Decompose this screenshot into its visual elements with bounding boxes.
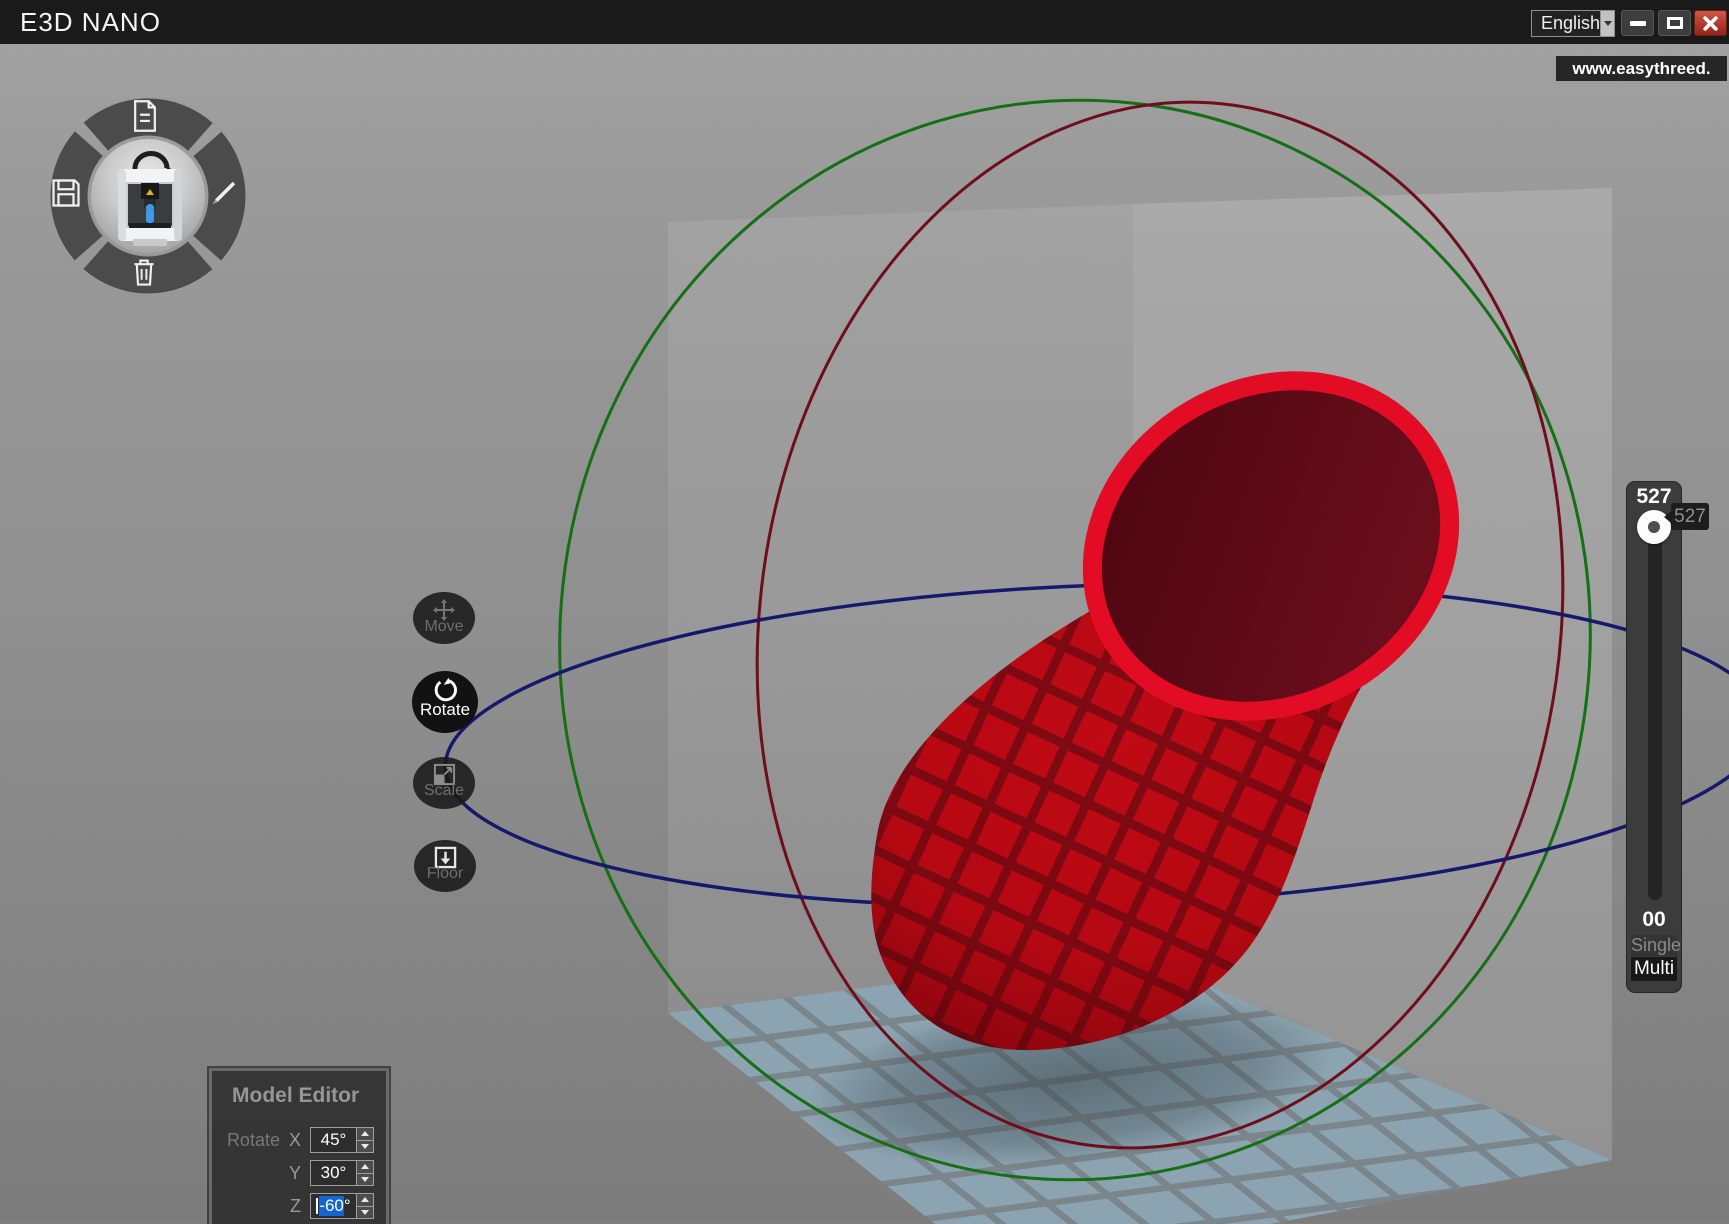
printer-photo[interactable]	[89, 137, 207, 255]
rotate-group-label: Rotate	[227, 1130, 280, 1151]
e3d-nano-app: { "titlebar": { "app_title": "E3D NANO",…	[0, 0, 1729, 1224]
text-caret	[316, 1198, 318, 1214]
mode-multi-button[interactable]: Multi	[1631, 957, 1677, 981]
axis-z-label: Z	[290, 1196, 301, 1217]
layer-slider-track[interactable]	[1648, 512, 1662, 900]
scale-tool-button[interactable]: Scale	[413, 757, 475, 809]
maximize-button[interactable]	[1658, 10, 1691, 36]
floor-tool-button[interactable]: Floor	[414, 840, 476, 892]
rotate-tool-label: Rotate	[420, 700, 470, 720]
rotate-z-stepper	[356, 1194, 373, 1218]
layer-value-tooltip: 527	[1671, 503, 1709, 530]
rotate-x-input[interactable]: 45°	[310, 1127, 374, 1153]
rotate-y-stepper	[356, 1161, 373, 1185]
language-value: English	[1532, 13, 1600, 34]
rotate-y-row: Y 30°	[212, 1160, 386, 1186]
app-title: E3D NANO	[20, 0, 161, 44]
model-editor-panel: Model Editor Rotate X 45° Y 30° Z -60°	[209, 1068, 389, 1224]
trash-icon	[130, 257, 158, 287]
titlebar: E3D NANO English	[0, 0, 1729, 44]
chevron-down-icon[interactable]	[1600, 11, 1614, 36]
viewport-3d[interactable]	[0, 0, 1729, 1224]
close-icon	[1703, 16, 1718, 31]
floor-tool-label: Floor	[427, 865, 463, 883]
save-button[interactable]	[51, 178, 87, 214]
open-file-button[interactable]	[130, 100, 166, 136]
selected-text: -60	[319, 1196, 344, 1216]
rotate-y-input[interactable]: 30°	[310, 1160, 374, 1186]
step-up-button[interactable]	[357, 1161, 373, 1174]
rotate-x-row: Rotate X 45°	[212, 1127, 386, 1153]
save-icon	[51, 178, 81, 208]
axis-x-label: X	[289, 1130, 301, 1151]
edit-button[interactable]	[209, 178, 245, 214]
arrow-down-icon	[361, 1210, 369, 1215]
move-tool-label: Move	[424, 618, 463, 636]
arrow-down-icon	[361, 1177, 369, 1182]
panel-title: Model Editor	[232, 1084, 386, 1108]
delete-button[interactable]	[130, 257, 166, 293]
file-icon	[130, 100, 160, 132]
step-up-button[interactable]	[357, 1194, 373, 1207]
printer-image	[91, 139, 207, 255]
layer-min-value: 00	[1627, 908, 1681, 932]
minimize-button[interactable]	[1621, 10, 1654, 36]
step-down-button[interactable]	[357, 1207, 373, 1219]
rotate-z-input[interactable]: -60°	[310, 1193, 374, 1219]
watermark-label: www.easythreed.	[1556, 56, 1727, 81]
maximize-icon	[1667, 17, 1683, 29]
arrow-up-icon	[361, 1131, 369, 1136]
arrow-up-icon	[361, 1197, 369, 1202]
rotate-z-row: Z -60°	[212, 1193, 386, 1219]
arrow-down-icon	[361, 1144, 369, 1149]
language-selector[interactable]: English	[1531, 10, 1615, 37]
rotate-x-stepper	[356, 1128, 373, 1152]
edit-pen-icon	[209, 178, 239, 208]
rotate-z-value[interactable]: -60°	[311, 1194, 356, 1218]
move-tool-button[interactable]: Move	[413, 592, 475, 644]
degree-suffix: °	[344, 1196, 351, 1216]
layer-slider: 527 00 Single Multi	[1626, 481, 1682, 993]
rotate-y-value[interactable]: 30°	[311, 1161, 356, 1185]
radial-menu	[49, 97, 247, 295]
rotate-tool-button[interactable]: Rotate	[412, 671, 478, 733]
arrow-up-icon	[361, 1164, 369, 1169]
close-button[interactable]	[1694, 10, 1727, 36]
step-down-button[interactable]	[357, 1174, 373, 1186]
minimize-icon	[1630, 21, 1646, 26]
step-down-button[interactable]	[357, 1141, 373, 1153]
rotate-x-value[interactable]: 45°	[311, 1128, 356, 1152]
step-up-button[interactable]	[357, 1128, 373, 1141]
scale-tool-label: Scale	[424, 782, 464, 800]
axis-y-label: Y	[289, 1163, 301, 1184]
mode-single-button[interactable]: Single	[1631, 935, 1677, 956]
